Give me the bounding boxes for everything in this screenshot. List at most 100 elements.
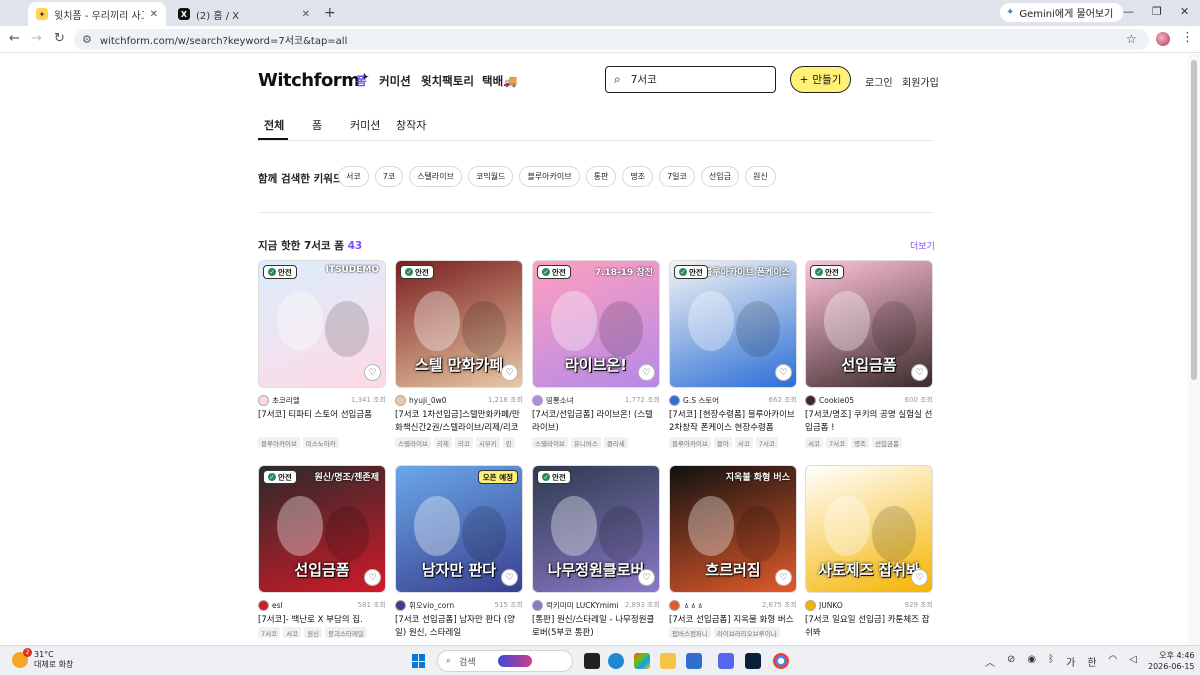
more-link[interactable]: 더보기 xyxy=(910,239,935,252)
favorite-heart-icon[interactable]: ♡ xyxy=(364,569,381,586)
keyword-chip[interactable]: 코믹월드 xyxy=(468,166,514,187)
tag-chip[interactable]: 블아 xyxy=(713,437,732,448)
keyword-chip[interactable]: 선입금 xyxy=(700,166,739,187)
file-explorer-icon[interactable] xyxy=(660,653,676,669)
tag-chip[interactable]: 리제 xyxy=(433,437,452,448)
page-scrollbar[interactable] xyxy=(1188,54,1200,645)
keyword-chip[interactable]: 서코 xyxy=(338,166,369,187)
edge-icon[interactable] xyxy=(608,653,624,669)
card-title[interactable]: [7서코]- 백난로 X 부담의 집. xyxy=(258,614,386,627)
tag-chip[interactable]: 클리세 xyxy=(603,437,628,448)
tag-chip[interactable]: 7서코 xyxy=(825,437,849,448)
favorite-heart-icon[interactable]: ♡ xyxy=(638,569,655,586)
tab-form[interactable]: 폼 xyxy=(312,117,322,133)
tag-chip[interactable]: 미스노아카 xyxy=(302,437,339,448)
favorite-heart-icon[interactable]: ♡ xyxy=(501,364,518,381)
keyword-chip[interactable]: 7코 xyxy=(374,166,404,187)
tag-chip[interactable]: 서코 xyxy=(283,627,302,638)
bluetooth-icon[interactable]: ᛒ xyxy=(1048,654,1054,669)
card-thumbnail[interactable]: 원신/명조/젠존제 선입금폼 ✓ 안전 ♡ xyxy=(258,465,386,593)
author-name[interactable]: 초코리엘 xyxy=(272,395,351,406)
tag-chip[interactable]: 리코 xyxy=(454,437,473,448)
author-name[interactable]: esl xyxy=(272,601,358,610)
tag-chip[interactable]: 명조 xyxy=(851,437,870,448)
card-thumbnail[interactable]: 나무정원클로버 ✓ 안전 ♡ xyxy=(532,465,660,593)
tag-chip[interactable]: 린 xyxy=(502,437,515,448)
author-avatar[interactable] xyxy=(669,394,680,406)
card-title[interactable]: [7서코 선입금폼] 지옥불 화형 버스 xyxy=(669,614,797,627)
tag-chip[interactable]: 서코 xyxy=(805,437,823,448)
tag-chip[interactable]: 펍버스컴퍼니 xyxy=(669,627,711,638)
favorite-heart-icon[interactable]: ♡ xyxy=(775,364,792,381)
favorite-heart-icon[interactable]: ♡ xyxy=(501,569,518,586)
author-avatar[interactable] xyxy=(532,599,543,611)
tag-chip[interactable]: 라이브러리오브루이나 xyxy=(713,627,780,638)
tag-chip[interactable]: 7서코 xyxy=(755,437,778,448)
author-avatar[interactable] xyxy=(669,599,680,611)
author-name[interactable]: G.S 스토어 xyxy=(683,395,769,406)
nav-delivery[interactable]: 택배🚚 xyxy=(482,73,517,89)
store-icon[interactable] xyxy=(686,653,702,669)
tag-chip[interactable]: 블루아카이브 xyxy=(669,437,711,448)
favorite-heart-icon[interactable]: ♡ xyxy=(638,364,655,381)
tab-x[interactable]: X (2) 홈 / X ✕ xyxy=(170,2,318,26)
nav-form[interactable]: 폼 xyxy=(356,73,367,89)
card-title[interactable]: [통판] 원신/스타레일 - 나무정원클로버(5부코 통판) xyxy=(532,614,660,640)
windows-start-icon[interactable] xyxy=(412,654,426,668)
site-info-icon[interactable]: ⚙ xyxy=(82,33,92,46)
keyword-chip[interactable]: 명조 xyxy=(622,166,654,187)
author-avatar[interactable] xyxy=(805,599,816,611)
close-tab-icon[interactable]: ✕ xyxy=(302,9,310,20)
tray-overflow-icon[interactable]: ︿ xyxy=(985,654,995,669)
author-name[interactable]: hyuji_0w0 xyxy=(409,396,488,405)
signup-link[interactable]: 회원가입 xyxy=(902,74,939,89)
network-off-icon[interactable]: ⊘ xyxy=(1007,654,1015,669)
author-avatar[interactable] xyxy=(395,394,406,406)
favorite-heart-icon[interactable]: ♡ xyxy=(364,364,381,381)
author-avatar[interactable] xyxy=(532,394,543,406)
author-avatar[interactable] xyxy=(258,599,269,611)
discord-icon[interactable] xyxy=(718,653,734,669)
author-name[interactable]: 휘오vio_corn xyxy=(409,600,495,611)
tab-witchform[interactable]: ✦ 윗치폼 - 우리끼리 사고파는 창 ✕ xyxy=(28,2,166,26)
card-thumbnail[interactable]: 블루아카이브 폰케이스 ✓ 안전 ♡ xyxy=(669,260,797,388)
bookmark-star-icon[interactable]: ☆ xyxy=(1126,32,1137,46)
card-thumbnail[interactable]: ITSUDEMO ✓ 안전 ♡ xyxy=(258,260,386,388)
login-link[interactable]: 로그인 xyxy=(865,74,893,89)
favorite-heart-icon[interactable]: ♡ xyxy=(775,569,792,586)
ime-language[interactable]: 한 xyxy=(1087,654,1096,669)
tab-commission[interactable]: 커미션 xyxy=(350,117,380,133)
witchform-logo[interactable]: Witchform✦ xyxy=(258,70,369,91)
author-name[interactable]: ㅿㅿㅿ xyxy=(683,600,762,611)
make-button[interactable]: + 만들기 xyxy=(790,66,851,93)
favorite-heart-icon[interactable]: ♡ xyxy=(911,569,928,586)
copilot-icon[interactable] xyxy=(634,653,650,669)
forward-icon[interactable]: → xyxy=(31,31,42,46)
author-name[interactable]: JUNKO xyxy=(819,601,905,610)
keyword-chip[interactable]: 스텔라이브 xyxy=(409,166,462,187)
photoshop-icon[interactable] xyxy=(745,653,761,669)
minimize-icon[interactable]: — xyxy=(1123,5,1134,18)
keyword-chip[interactable]: 원신 xyxy=(745,166,776,187)
tag-chip[interactable]: 서코 xyxy=(734,437,753,448)
address-bar[interactable]: ⚙ witchform.com/w/search?keyword=7서코&tap… xyxy=(74,29,1149,50)
card-title[interactable]: [7서코 선입금폼] 남자만 판다 (양일) 원신, 스타레일 xyxy=(395,614,523,640)
tag-chip[interactable]: 붕괴스타레일 xyxy=(325,627,367,638)
ime-mode[interactable]: 가 xyxy=(1066,654,1075,669)
tab-all[interactable]: 전체 xyxy=(264,117,284,133)
card-title[interactable]: [7서코 일요일 선입금] 카툰체즈 잡쉬봐 xyxy=(805,614,933,640)
author-name[interactable]: 띵뽕소녀 xyxy=(546,395,625,406)
task-view-icon[interactable] xyxy=(584,653,600,669)
tag-chip[interactable]: 선입금폼 xyxy=(872,437,902,448)
tab-creator[interactable]: 창작자 xyxy=(396,117,426,133)
card-thumbnail[interactable]: 7.18-19 참전 라이브온! ✓ 안전 ♡ xyxy=(532,260,660,388)
weather-widget[interactable]: 2 31°C 대체로 화창 xyxy=(12,648,73,670)
card-thumbnail[interactable]: 지옥불 화형 버스 흐르러짐 ♡ xyxy=(669,465,797,593)
scroll-thumb[interactable] xyxy=(1191,60,1197,380)
keyword-chip[interactable]: 7일코 xyxy=(659,166,695,187)
back-icon[interactable]: ← xyxy=(9,31,20,46)
author-name[interactable]: 럭키미미 LUCKYmimi xyxy=(546,600,625,611)
search-input[interactable] xyxy=(630,73,751,86)
card-title[interactable]: [7서코] [현장수령폼] 블루아카이브 2차창작 폰케이스 현장수령폼 xyxy=(669,409,797,435)
reload-icon[interactable]: ↻ xyxy=(54,31,65,46)
